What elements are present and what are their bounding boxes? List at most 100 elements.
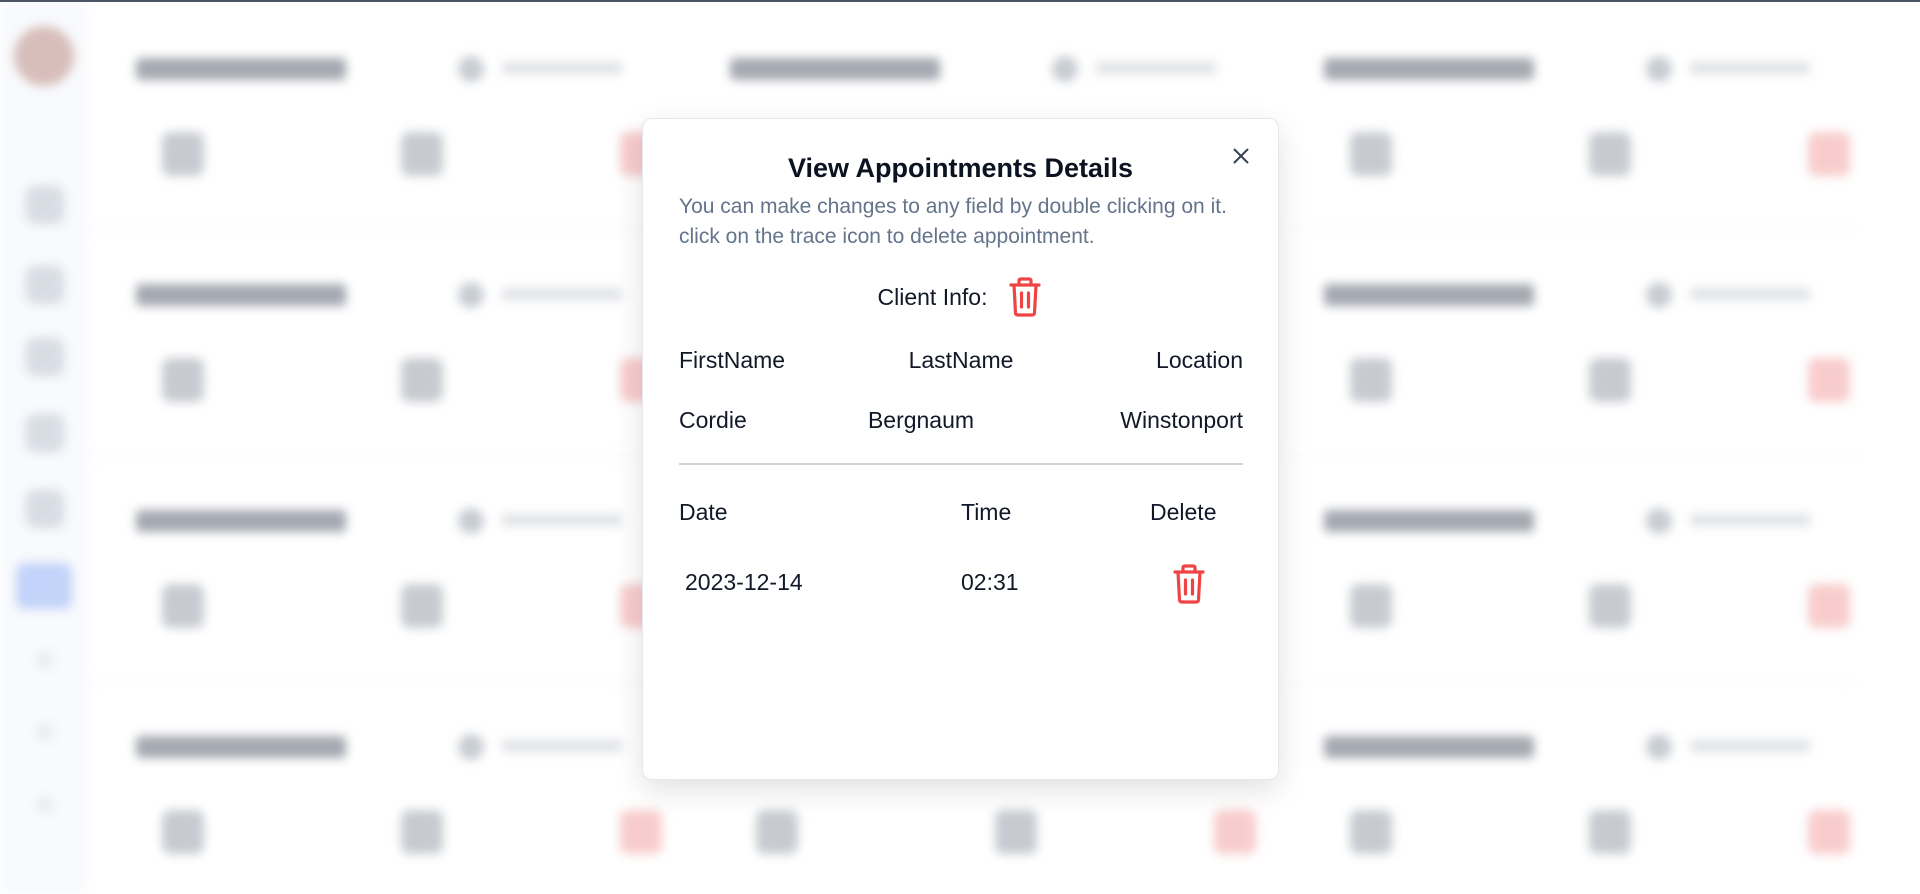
location-pin-icon [458, 282, 484, 308]
appointment-details-modal: View Appointments Details You can make c… [642, 118, 1279, 780]
client-headers-row: FirstName LastName Location [679, 347, 1243, 381]
sidebar [0, 0, 88, 894]
location-text-placeholder [1690, 514, 1810, 526]
location-pin-icon [1646, 56, 1672, 82]
client-lastname[interactable]: Bergnaum [639, 407, 1203, 434]
calendar-check-icon[interactable] [1589, 358, 1631, 402]
calendar-icon[interactable] [1350, 132, 1392, 176]
calendar-icon[interactable] [1350, 584, 1392, 628]
trash-icon[interactable] [1808, 132, 1850, 176]
trash-icon[interactable] [1808, 810, 1850, 854]
nav-dot-icon[interactable] [38, 798, 52, 812]
card-location [1646, 56, 1816, 82]
location-header: Location [1156, 347, 1243, 373]
calendar-icon[interactable] [756, 810, 798, 854]
appointment-card[interactable] [1276, 472, 1856, 682]
card-location [458, 56, 628, 82]
location-text-placeholder [1690, 288, 1810, 300]
location-pin-icon [458, 508, 484, 534]
location-text-placeholder [502, 288, 622, 300]
calendar-check-icon[interactable] [1589, 810, 1631, 854]
card-location [458, 734, 628, 760]
card-name-placeholder [136, 736, 346, 758]
list-icon[interactable] [26, 490, 64, 528]
calendar-check-icon[interactable] [1589, 584, 1631, 628]
location-text-placeholder [1690, 740, 1810, 752]
card-name-placeholder [1324, 736, 1534, 758]
appointment-date[interactable]: 2023-12-14 [685, 569, 803, 596]
location-text-placeholder [502, 514, 622, 526]
calendar-check-icon[interactable] [995, 810, 1037, 854]
time-header: Time [961, 499, 1012, 525]
appointment-card[interactable] [1276, 246, 1856, 456]
location-pin-icon [1646, 282, 1672, 308]
search-icon[interactable] [26, 338, 64, 376]
location-pin-icon [1052, 56, 1078, 82]
location-pin-icon [1646, 734, 1672, 760]
close-button[interactable] [1228, 143, 1254, 169]
calendar-icon[interactable] [162, 584, 204, 628]
delete-header: Delete [1150, 499, 1217, 525]
appointment-card[interactable] [1276, 20, 1856, 230]
add-user-icon[interactable] [26, 186, 64, 224]
location-text-placeholder [502, 740, 622, 752]
description-line: You can make changes to any field by dou… [679, 195, 1227, 218]
nav-dot-icon[interactable] [38, 725, 52, 739]
avatar[interactable] [14, 26, 74, 86]
location-text-placeholder [1096, 62, 1216, 74]
card-location [1646, 282, 1816, 308]
trash-icon[interactable] [1808, 358, 1850, 402]
date-header: Date [679, 499, 728, 525]
card-name-placeholder [136, 510, 346, 532]
trash-icon[interactable] [620, 810, 662, 854]
calendar-check-icon[interactable] [401, 132, 443, 176]
card-location [458, 282, 628, 308]
trash-icon[interactable] [1214, 810, 1256, 854]
appointment-card[interactable] [88, 20, 668, 230]
client-location[interactable]: Winstonport [1120, 407, 1243, 434]
calendar-check-icon[interactable] [1589, 132, 1631, 176]
calendar-icon[interactable] [162, 132, 204, 176]
delete-appointment-button[interactable] [1171, 563, 1207, 605]
appointment-card[interactable] [88, 472, 668, 682]
calendar-icon[interactable] [1350, 358, 1392, 402]
calendar-check-icon[interactable] [401, 358, 443, 402]
location-pin-icon [458, 56, 484, 82]
delete-client-button[interactable] [1007, 276, 1043, 318]
nav-dot-icon[interactable] [38, 653, 52, 667]
card-name-placeholder [1324, 510, 1534, 532]
appointment-time[interactable]: 02:31 [961, 569, 1019, 596]
trash-icon [1009, 277, 1042, 317]
appointment-card[interactable] [88, 698, 668, 894]
client-info-label: Client Info: [877, 283, 988, 310]
location-text-placeholder [502, 62, 622, 74]
calendar-icon[interactable] [1350, 810, 1392, 854]
calendar-icon[interactable] [162, 358, 204, 402]
appointment-card[interactable] [1276, 698, 1856, 894]
card-name-placeholder [136, 284, 346, 306]
top-border [0, 0, 1920, 2]
location-pin-icon [1646, 508, 1672, 534]
card-name-placeholder [730, 58, 940, 80]
location-pin-icon [458, 734, 484, 760]
card-name-placeholder [1324, 284, 1534, 306]
card-location [458, 508, 628, 534]
client-values-row: Cordie Bergnaum Winstonport [679, 407, 1243, 441]
trash-icon[interactable] [1808, 584, 1850, 628]
settings-icon[interactable] [26, 414, 64, 452]
appointment-card[interactable] [88, 246, 668, 456]
calendar-check-icon[interactable] [401, 584, 443, 628]
modal-description: You can make changes to any field by dou… [679, 192, 1254, 252]
card-location [1646, 508, 1816, 534]
client-info-row: Client Info: [643, 274, 1278, 320]
calendar-check-icon[interactable] [401, 810, 443, 854]
location-text-placeholder [1690, 62, 1810, 74]
card-location [1646, 734, 1816, 760]
modal-title: View Appointments Details [787, 153, 1134, 183]
close-icon [1233, 148, 1249, 164]
calendar-icon[interactable] [26, 266, 64, 304]
divider [679, 463, 1243, 465]
card-name-placeholder [136, 58, 346, 80]
appointments-icon[interactable] [16, 563, 72, 609]
calendar-icon[interactable] [162, 810, 204, 854]
